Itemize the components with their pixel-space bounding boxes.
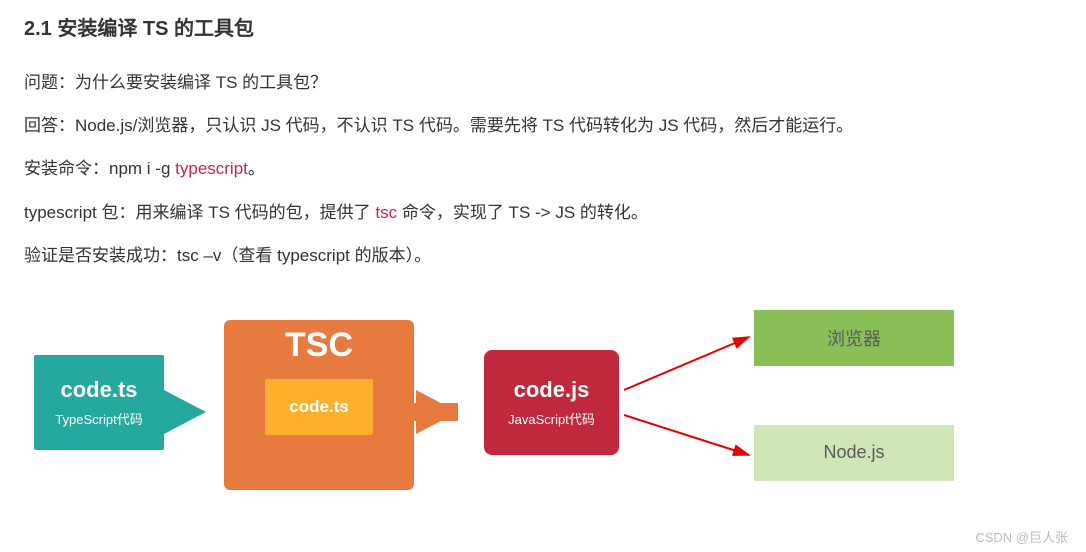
js-subtitle: JavaScript代码 <box>508 409 595 428</box>
text: typescript 包：用来编译 TS 代码的包，提供了 <box>24 203 375 222</box>
tsc-inner-file: code.ts <box>265 379 373 435</box>
text: 命令，实现了 TS -> JS 的转化。 <box>397 203 648 222</box>
watermark: CSDN @巨人张 <box>975 527 1068 546</box>
ts-filename: code.ts <box>60 377 137 403</box>
text: 安装命令：npm i -g <box>24 159 175 178</box>
paragraph-answer: 回答：Node.js/浏览器，只认识 JS 代码，不认识 TS 代码。需要先将 … <box>24 112 1062 139</box>
ts-source-box: code.ts TypeScript代码 <box>34 355 164 450</box>
text: 。 <box>248 159 265 178</box>
target-node-box: Node.js <box>754 425 954 481</box>
paragraph-package: typescript 包：用来编译 TS 代码的包，提供了 tsc 命令，实现了… <box>24 199 1062 226</box>
ts-subtitle: TypeScript代码 <box>55 409 142 428</box>
flow-diagram: code.ts TypeScript代码 TSC code.ts code.js… <box>24 305 1062 505</box>
tsc-title: TSC <box>285 326 353 365</box>
arrow-tsc-to-js <box>416 390 458 434</box>
js-output-box: code.js JavaScript代码 <box>484 350 619 455</box>
highlight-typescript: typescript <box>175 159 248 178</box>
paragraph-install: 安装命令：npm i -g typescript。 <box>24 155 1062 182</box>
paragraph-verify: 验证是否安装成功：tsc –v（查看 typescript 的版本）。 <box>24 242 1062 269</box>
js-filename: code.js <box>514 377 590 403</box>
section-heading: 2.1 安装编译 TS 的工具包 <box>24 12 1062 41</box>
tsc-compiler-box: TSC code.ts <box>224 320 414 490</box>
paragraph-question: 问题：为什么要安装编译 TS 的工具包？ <box>24 69 1062 96</box>
target-browser-box: 浏览器 <box>754 310 954 366</box>
arrow-ts-to-tsc <box>164 390 206 434</box>
highlight-tsc: tsc <box>375 203 397 222</box>
